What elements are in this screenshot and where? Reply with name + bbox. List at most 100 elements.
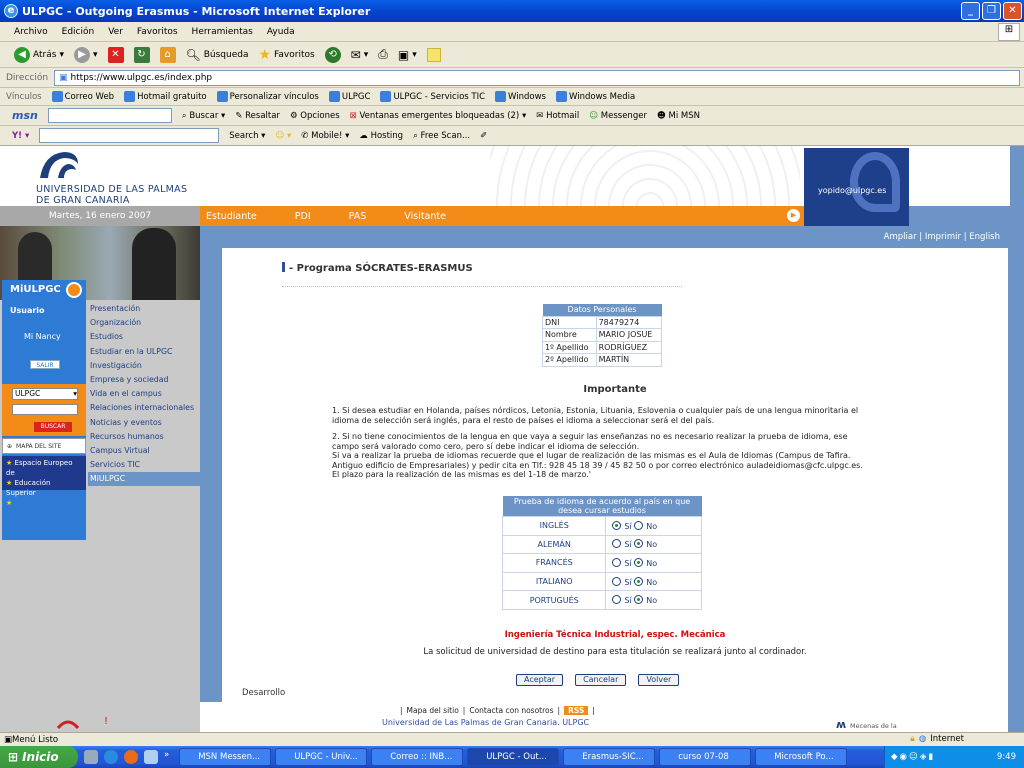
desarrollo-link[interactable]: Desarrollo: [242, 688, 285, 698]
notes-button[interactable]: [425, 44, 443, 66]
nav-noticias[interactable]: Noticias y eventos: [88, 416, 200, 430]
yahoo-search-button[interactable]: Search ▾: [229, 131, 265, 141]
nav-servicios-tic[interactable]: Servicios TIC: [88, 458, 200, 472]
radio-si[interactable]: Sí: [612, 576, 632, 587]
link-correo-web[interactable]: Correo Web: [51, 91, 114, 102]
msn-hotmail-button[interactable]: ✉ Hotmail: [536, 111, 579, 121]
chevron-right-icon[interactable]: »: [164, 750, 169, 764]
hosting-button[interactable]: ☁ Hosting: [359, 131, 403, 141]
window-titlebar[interactable]: e ULPGC - Outgoing Erasmus - Microsoft I…: [0, 0, 1024, 22]
radio-si[interactable]: Sí: [612, 595, 632, 605]
nav-presentacion[interactable]: Presentación: [88, 302, 200, 316]
link-hotmail[interactable]: Hotmail gratuito: [124, 91, 207, 102]
footer-sitemap-link[interactable]: Mapa del sitio: [407, 706, 459, 715]
link-windows-media[interactable]: Windows Media: [556, 91, 635, 102]
msn-opciones-button[interactable]: ⚙ Opciones: [290, 111, 340, 121]
mail-button[interactable]: ✉ ▾: [349, 44, 371, 66]
nav-vida-campus[interactable]: Vida en el campus: [88, 387, 200, 401]
menu-favoritos[interactable]: Favoritos: [137, 27, 178, 37]
eees-link[interactable]: ★ Espacio Europeo de ★ Educación Superio…: [2, 456, 86, 507]
task-correo[interactable]: Correo :: INB...: [371, 748, 464, 766]
search-button[interactable]: 🔍︎ Búsqueda: [184, 44, 251, 66]
radio-si[interactable]: Sí: [612, 539, 632, 549]
print-button[interactable]: ⎙: [376, 44, 390, 66]
msn-mimsn-button[interactable]: ☻ Mi MSN: [657, 111, 700, 121]
nav-estudiante[interactable]: Estudiante: [206, 211, 257, 222]
footer-contact-link[interactable]: Contacta con nosotros: [469, 706, 553, 715]
menu-edicion[interactable]: Edición: [62, 27, 95, 37]
back-button[interactable]: ◀ Atrás ▾: [12, 44, 66, 66]
nav-empresa[interactable]: Empresa y sociedad: [88, 373, 200, 387]
favorites-button[interactable]: ★ Favoritos: [256, 44, 316, 66]
cancel-button[interactable]: Cancelar: [575, 674, 627, 686]
forward-button[interactable]: ▶ ▾: [72, 44, 100, 66]
address-input[interactable]: ▣ https://www.ulpgc.es/index.php: [54, 69, 1021, 86]
radio-si[interactable]: Sí: [612, 557, 632, 568]
media-icon[interactable]: [144, 750, 158, 764]
play-icon[interactable]: ▶: [787, 209, 800, 222]
page-tools[interactable]: Ampliar | Imprimir | English: [884, 232, 1000, 242]
accept-button[interactable]: Aceptar: [516, 674, 564, 686]
msn-buscar-button[interactable]: ⌕ Buscar ▾: [182, 111, 225, 121]
nav-miulpgc[interactable]: MiULPGC: [88, 472, 200, 487]
site-search-button[interactable]: BUSCAR: [34, 422, 72, 432]
site-logo-text[interactable]: UNIVERSIDAD DE LAS PALMAS DE GRAN CANARI…: [36, 184, 187, 206]
msn-resaltar-button[interactable]: ✎ Resaltar: [235, 111, 280, 121]
smiley-icon[interactable]: ☺ ▾: [275, 131, 291, 141]
nav-visitante[interactable]: Visitante: [404, 211, 446, 222]
menu-archivo[interactable]: Archivo: [14, 27, 48, 37]
nav-pas[interactable]: PAS: [349, 211, 367, 222]
link-windows[interactable]: Windows: [495, 91, 546, 102]
ie-icon[interactable]: [104, 750, 118, 764]
rss-link[interactable]: RSS: [564, 706, 589, 715]
nav-investigacion[interactable]: Investigación: [88, 359, 200, 373]
task-ulpgc-outgoing[interactable]: ULPGC - Out...: [467, 748, 560, 766]
msn-messenger-button[interactable]: ☺ Messenger: [589, 111, 647, 121]
yahoo-search-input[interactable]: [39, 128, 220, 143]
link-personalizar[interactable]: Personalizar vínculos: [216, 91, 319, 102]
home-button[interactable]: ⌂: [158, 44, 178, 66]
task-erasmus-sic[interactable]: Erasmus-SIC...: [563, 748, 656, 766]
site-map-link[interactable]: ⊕ MAPA DEL SITE: [2, 438, 86, 454]
menu-ayuda[interactable]: Ayuda: [267, 27, 295, 37]
pencil-icon[interactable]: ✐: [480, 131, 487, 141]
user-box[interactable]: yopido@ulpgc.es: [804, 148, 909, 226]
refresh-button[interactable]: ↻: [132, 44, 152, 66]
back-button[interactable]: Volver: [638, 674, 680, 686]
mobile-button[interactable]: ✆ Mobile! ▾: [301, 131, 349, 141]
maximize-button[interactable]: ❐: [982, 2, 1001, 20]
firefox-icon[interactable]: [124, 750, 138, 764]
radio-no[interactable]: No: [634, 576, 657, 587]
minimize-button[interactable]: _: [961, 2, 980, 20]
nav-estudiar[interactable]: Estudiar en la ULPGC: [88, 345, 200, 359]
link-ulpgc-tic[interactable]: ULPGC - Servicios TIC: [380, 91, 485, 102]
radio-si[interactable]: Sí: [612, 520, 632, 531]
task-msn-messenger[interactable]: MSN Messen...: [179, 748, 272, 766]
menu-herramientas[interactable]: Herramientas: [192, 27, 253, 37]
link-ulpgc[interactable]: ULPGC: [328, 91, 370, 102]
lock-icon[interactable]: 🔒︎: [910, 734, 915, 744]
radio-no[interactable]: No: [634, 520, 657, 531]
freescan-button[interactable]: ⌕ Free Scan...: [413, 131, 470, 141]
edit-button[interactable]: ▣ ▾: [396, 44, 419, 66]
popup-blocker-button[interactable]: ⊠ Ventanas emergentes bloqueadas (2) ▾: [350, 111, 527, 121]
site-search-input[interactable]: [12, 404, 78, 415]
stop-button[interactable]: ✕: [106, 44, 126, 66]
radio-no[interactable]: No: [634, 539, 657, 549]
menu-ver[interactable]: Ver: [108, 27, 123, 37]
nav-pdi[interactable]: PDI: [295, 211, 311, 222]
nav-relaciones[interactable]: Relaciones internacionales: [88, 401, 200, 415]
history-button[interactable]: ⟲: [323, 44, 343, 66]
nav-rrhh[interactable]: Recursos humanos: [88, 430, 200, 444]
task-ulpgc-univ[interactable]: ULPGC - Univ...: [275, 748, 368, 766]
task-curso[interactable]: curso 07-08: [659, 748, 752, 766]
radio-no[interactable]: No: [634, 557, 657, 568]
nav-campus-virtual[interactable]: Campus Virtual: [88, 444, 200, 458]
task-powerpoint[interactable]: Microsoft Po...: [755, 748, 848, 766]
msn-search-input[interactable]: [47, 108, 172, 123]
close-button[interactable]: ✕: [1003, 2, 1022, 20]
nav-organizacion[interactable]: Organización: [88, 316, 200, 330]
logout-button[interactable]: SALIR: [30, 360, 60, 369]
nav-estudios[interactable]: Estudios: [88, 330, 200, 344]
start-button[interactable]: ⊞ Inicio: [0, 746, 78, 768]
